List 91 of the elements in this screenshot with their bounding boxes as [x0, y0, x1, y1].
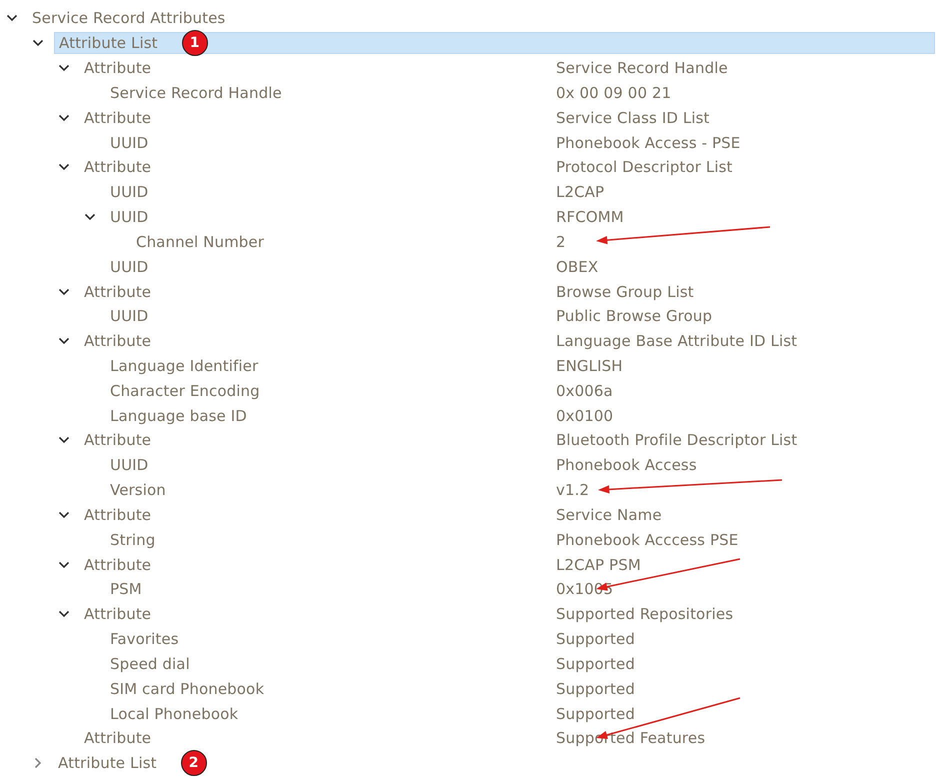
- node-label: Version: [110, 481, 166, 500]
- node-value: L2CAP: [556, 183, 604, 202]
- node-label: Attribute: [84, 59, 152, 78]
- node-value: L2CAP PSM: [556, 556, 641, 574]
- tree-row[interactable]: Character Encoding 0x006a: [106, 380, 935, 402]
- tree-row[interactable]: Attribute Bluetooth Profile Descriptor List: [80, 429, 935, 452]
- node-label: Character Encoding: [110, 382, 260, 400]
- tree-row[interactable]: Attribute Language Base Attribute ID List: [80, 330, 935, 352]
- tree-row[interactable]: Local Phonebook Supported: [106, 702, 935, 725]
- tree-row[interactable]: Attribute Service Record Handle: [80, 57, 935, 80]
- tree-row[interactable]: UUID Public Browse Group: [106, 305, 935, 328]
- tree-row[interactable]: SIM card Phonebook Supported: [106, 678, 935, 700]
- tree-row[interactable]: Channel Number 2: [132, 230, 935, 253]
- node-value: Protocol Descriptor List: [556, 158, 733, 176]
- node-label: Attribute: [84, 556, 152, 574]
- node-value: OBEX: [556, 258, 598, 276]
- node-label: Attribute: [84, 108, 152, 127]
- node-value: Public Browse Group: [556, 307, 712, 326]
- node-label: Attribute: [84, 605, 152, 624]
- tree-row[interactable]: Attribute List 2: [54, 752, 935, 774]
- tree-row[interactable]: Attribute Service Name: [80, 504, 935, 526]
- node-label: Attribute: [84, 282, 152, 301]
- node-value: Supported Features: [556, 729, 706, 748]
- node-label: Favorites: [110, 630, 179, 648]
- node-label: Language base ID: [110, 406, 247, 425]
- node-value: Phonebook Access: [556, 456, 697, 474]
- tree-row[interactable]: Attribute Browse Group List: [80, 280, 935, 303]
- node-label: Attribute: [84, 729, 152, 748]
- node-value: Supported Repositories: [556, 605, 734, 624]
- tree-row[interactable]: UUID OBEX: [106, 256, 935, 278]
- tree-row[interactable]: Speed dial Supported: [106, 652, 935, 675]
- node-value: 0x 00 09 00 21: [556, 84, 672, 102]
- number-badge: 1: [182, 30, 208, 56]
- number-badge: 2: [180, 750, 207, 776]
- node-value: Phonebook Acccess PSE: [556, 530, 738, 549]
- tree-row[interactable]: UUID L2CAP: [106, 181, 935, 204]
- node-label: Local Phonebook: [110, 704, 238, 723]
- node-label: Attribute List: [59, 34, 158, 52]
- node-value: Phonebook Access - PSE: [556, 134, 740, 152]
- tree-row[interactable]: Version v1.2: [106, 479, 935, 502]
- node-label: PSM: [110, 580, 142, 598]
- tree-row[interactable]: Attribute List 1: [54, 32, 935, 54]
- tree-row[interactable]: String Phonebook Acccess PSE: [106, 528, 935, 551]
- node-value: ENGLISH: [556, 357, 623, 375]
- node-label: UUID: [110, 456, 148, 474]
- tree-row[interactable]: Service Record Attributes: [28, 7, 935, 30]
- node-label: Attribute: [84, 158, 152, 176]
- tree-row[interactable]: Attribute Supported Features: [80, 727, 935, 750]
- node-value: Browse Group List: [556, 282, 694, 301]
- node-value: v1.2: [556, 481, 590, 500]
- node-value: 0x0100: [556, 406, 614, 425]
- tree-row[interactable]: UUID Phonebook Access - PSE: [106, 132, 935, 154]
- node-label: UUID: [110, 208, 148, 226]
- node-label: Attribute: [84, 431, 152, 450]
- node-label: SIM card Phonebook: [110, 680, 264, 698]
- node-label: Speed dial: [110, 654, 190, 673]
- node-label: UUID: [110, 134, 148, 152]
- node-value: Service Class ID List: [556, 108, 710, 127]
- node-value: RFCOMM: [556, 208, 624, 226]
- node-value: Service Record Handle: [556, 59, 728, 78]
- node-label: Attribute List: [58, 754, 157, 772]
- node-value: Language Base Attribute ID List: [556, 332, 798, 350]
- tree-row[interactable]: Attribute Supported Repositories: [80, 603, 935, 626]
- node-value: Supported: [556, 630, 635, 648]
- node-label: UUID: [110, 258, 148, 276]
- node-label: Attribute: [84, 332, 152, 350]
- chevron-right-icon[interactable]: [32, 757, 44, 770]
- node-label: Service Record Handle: [110, 84, 282, 102]
- tree-row[interactable]: Language Identifier ENGLISH: [106, 355, 935, 377]
- node-value: Bluetooth Profile Descriptor List: [556, 431, 798, 450]
- node-label: String: [110, 530, 156, 549]
- node-value: Supported: [556, 654, 635, 673]
- node-label: Channel Number: [136, 232, 264, 251]
- node-value: Supported: [556, 704, 635, 723]
- tree-row[interactable]: Favorites Supported: [106, 628, 935, 650]
- node-value: Supported: [556, 680, 635, 698]
- tree-row[interactable]: Attribute Protocol Descriptor List: [80, 156, 935, 178]
- tree-row[interactable]: Attribute Service Class ID List: [80, 106, 935, 129]
- node-value: Service Name: [556, 506, 662, 524]
- node-value: 2: [556, 232, 566, 251]
- tree-row[interactable]: Service Record Handle 0x 00 09 00 21: [106, 82, 935, 104]
- node-label: Attribute: [84, 506, 152, 524]
- tree-row[interactable]: UUID RFCOMM: [106, 206, 935, 228]
- node-label: Service Record Attributes: [32, 9, 226, 28]
- node-label: UUID: [110, 183, 148, 202]
- node-label: Language Identifier: [110, 357, 258, 375]
- node-label: UUID: [110, 307, 148, 326]
- tree-row[interactable]: Attribute L2CAP PSM: [80, 554, 935, 576]
- tree-row[interactable]: Language base ID 0x0100: [106, 404, 935, 427]
- tree-row[interactable]: UUID Phonebook Access: [106, 454, 935, 476]
- node-value: 0x006a: [556, 382, 613, 400]
